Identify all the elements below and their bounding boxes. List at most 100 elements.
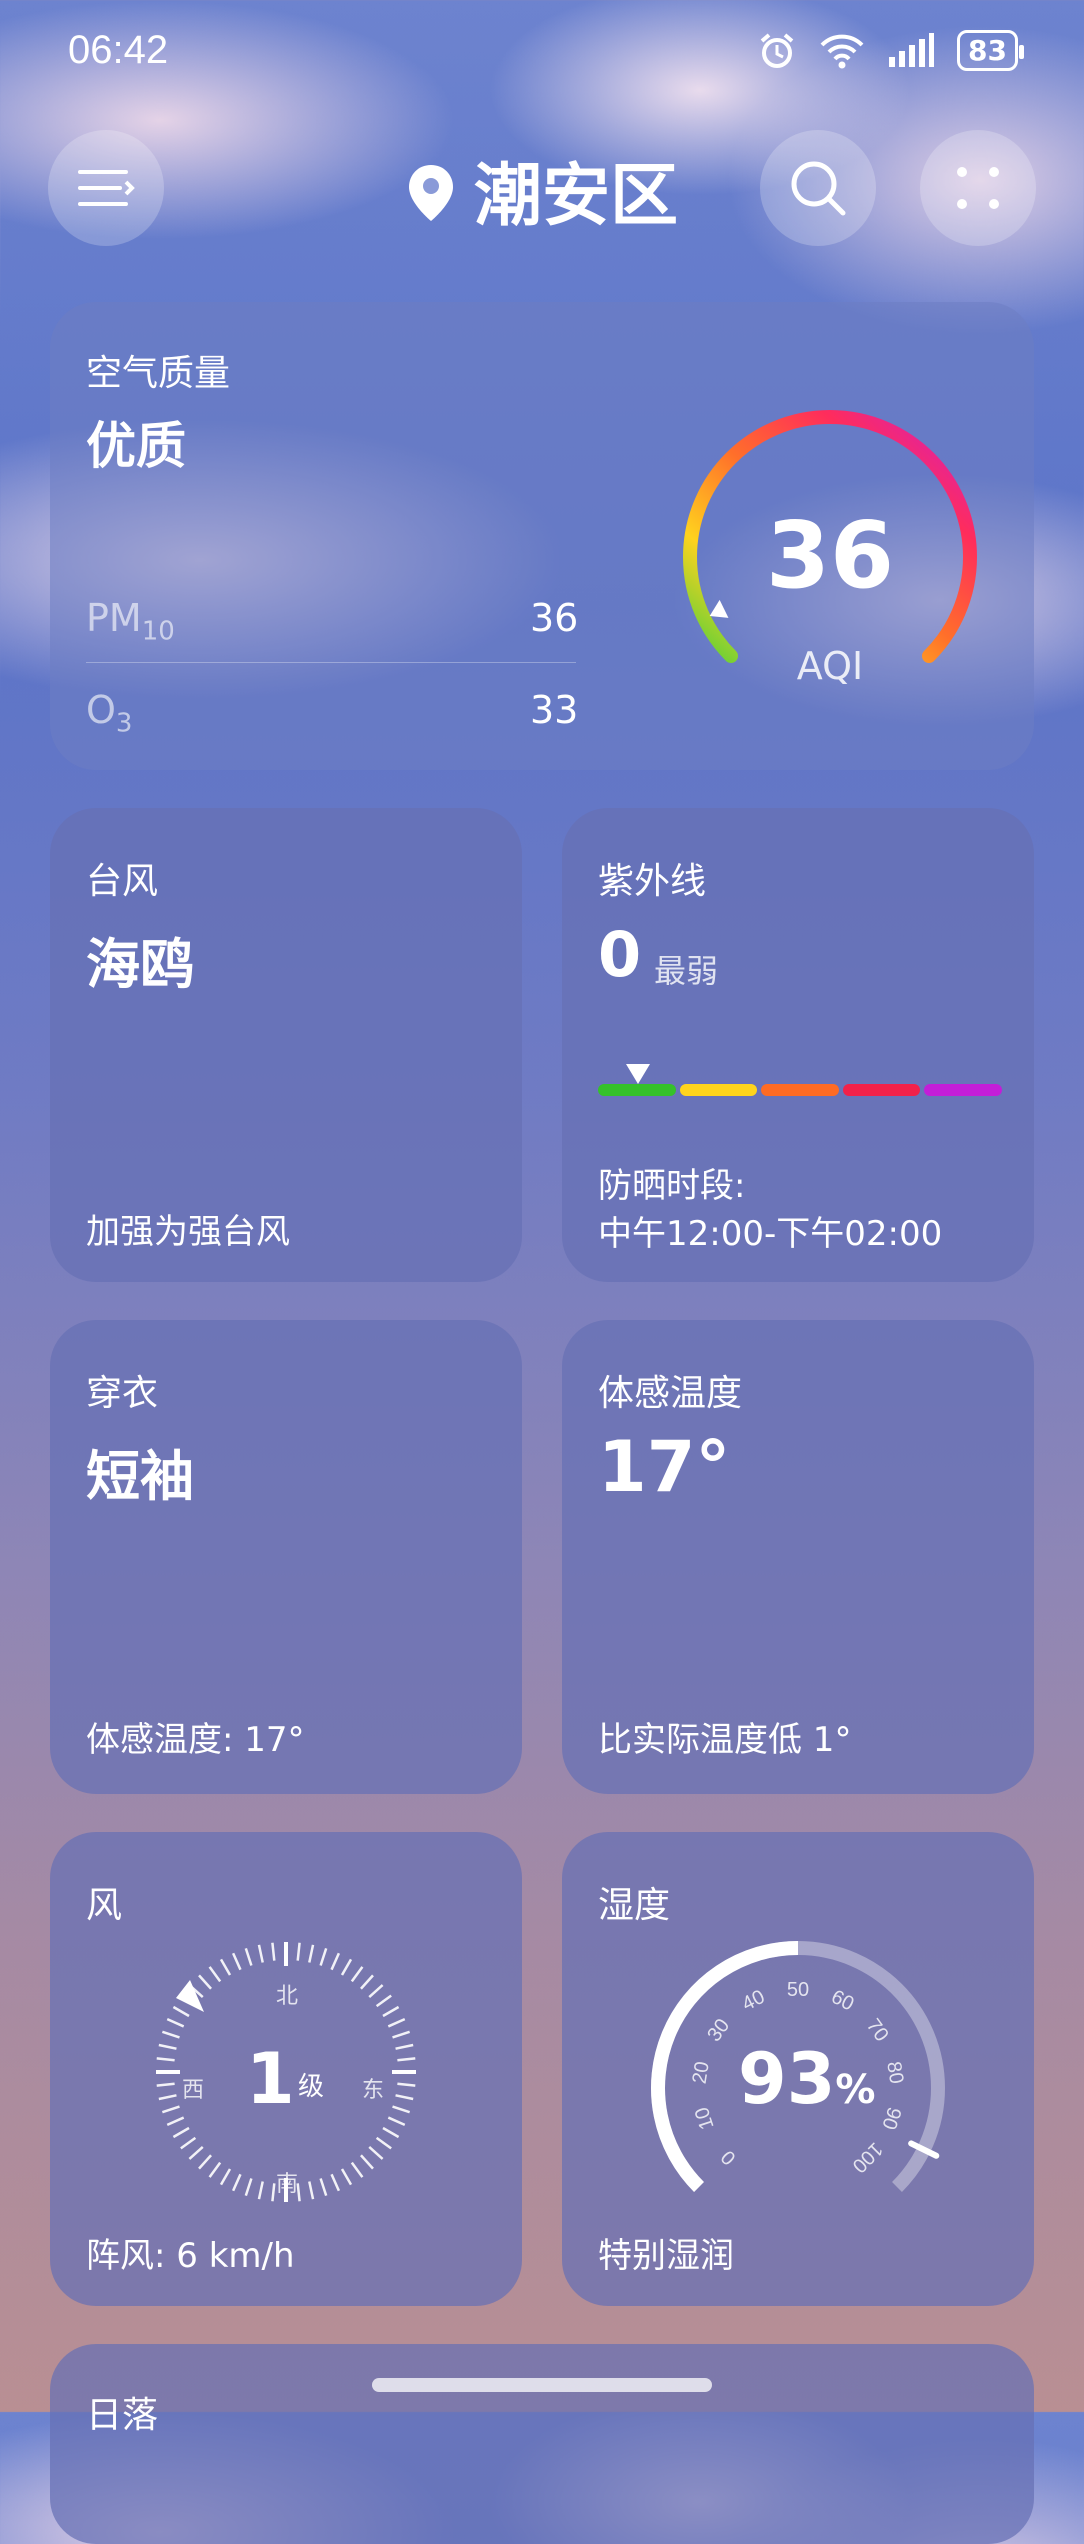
compass-tick <box>368 1984 384 1998</box>
air-quality-card[interactable]: 空气质量 优质 PM10 36 O3 33 36 AQI <box>50 302 1034 770</box>
sunset-title: 日落 <box>86 2395 159 2436</box>
sunset-card[interactable]: 日落 <box>50 2344 1034 2544</box>
humidity-value: 93% <box>738 2038 876 2120</box>
typhoon-card[interactable]: 台风 海鸥 加强为强台风 <box>50 808 522 1282</box>
compass-tick <box>319 2178 328 2197</box>
uv-title: 紫外线 <box>598 861 707 902</box>
feels-like-title: 体感温度 <box>598 1373 743 1414</box>
compass-tick <box>271 1942 276 1961</box>
compass-tick <box>271 2183 276 2202</box>
compass-tick <box>382 2126 400 2139</box>
humidity-tick-label: 40 <box>739 1986 769 2016</box>
compass-tick <box>387 2116 406 2127</box>
compass-tick <box>231 1952 242 1971</box>
uv-protect-label: 防晒时段: <box>598 1166 746 1206</box>
compass-tick <box>156 2057 175 2062</box>
compass-tick <box>395 2094 414 2101</box>
compass-east: 东 <box>362 2078 385 2103</box>
compass-tick <box>161 2105 180 2114</box>
compass-tick <box>257 2181 264 2200</box>
o3-label: O3 <box>86 688 133 739</box>
compass-tick <box>219 1958 232 1976</box>
uv-value: 0 <box>598 918 642 991</box>
feels-like-card[interactable]: 体感温度 17° 比实际温度低 1° <box>562 1320 1034 1794</box>
compass-tick <box>156 2082 175 2087</box>
compass-tick <box>208 2161 222 2178</box>
compass-tick <box>350 1966 364 1983</box>
humidity-desc: 特别湿润 <box>598 2236 734 2276</box>
wind-card[interactable]: 风 北 南 东 西 1 级 阵风: 6 km/h <box>50 1832 522 2306</box>
location-name: 潮安区 <box>473 157 678 236</box>
signal-icon <box>889 32 935 67</box>
compass-tick <box>208 1966 222 1983</box>
search-icon <box>791 161 846 216</box>
compass-tick <box>172 2126 190 2139</box>
air-quality-level: 优质 <box>86 417 186 475</box>
wind-level: 1 <box>246 2038 295 2120</box>
uv-scale-bar <box>598 1084 1002 1096</box>
compass-tick <box>161 2030 180 2039</box>
humidity-tick-label: 90 <box>877 2104 905 2132</box>
feels-like-desc: 比实际温度低 1° <box>598 1720 852 1760</box>
wind-gust: 阵风: 6 km/h <box>86 2236 295 2276</box>
search-button[interactable] <box>760 130 876 246</box>
compass-tick <box>296 1942 301 1961</box>
compass-tick <box>180 2136 197 2150</box>
uv-scale-segment <box>924 1084 1002 1096</box>
uv-level: 最弱 <box>654 952 719 990</box>
clothing-value: 短袖 <box>86 1445 194 1508</box>
location-pin-icon <box>406 161 456 240</box>
uv-scale-segment <box>842 1084 921 1096</box>
uv-card[interactable]: 紫外线 0 最弱 防晒时段: 中午12:00-下午02:00 <box>562 808 1034 1282</box>
clothing-desc: 体感温度: 17° <box>86 1720 305 1760</box>
compass-tick <box>392 2030 411 2039</box>
compass-tick <box>397 2082 416 2087</box>
compass-north: 北 <box>276 1984 299 2009</box>
humidity-tick-label: 30 <box>703 2015 734 2046</box>
compass-tick <box>350 2161 364 2178</box>
compass-tick <box>172 2005 190 2018</box>
grid-dots-icon <box>957 167 999 209</box>
humidity-tick-label: 100 <box>848 2138 887 2177</box>
battery-indicator: 83 <box>957 30 1024 71</box>
uv-scale-segment <box>679 1084 758 1096</box>
compass-tick <box>395 2043 414 2050</box>
wind-title: 风 <box>86 1885 123 1926</box>
pm10-value: 36 <box>530 596 579 640</box>
compass-tick <box>231 2173 242 2192</box>
compass-tick <box>392 2105 411 2114</box>
compass-tick <box>340 1958 353 1976</box>
humidity-tick-label: 20 <box>689 2060 714 2085</box>
humidity-tick-label: 0 <box>717 2146 740 2169</box>
clothing-card[interactable]: 穿衣 短袖 体感温度: 17° <box>50 1320 522 1794</box>
humidity-tick-label: 10 <box>691 2104 719 2132</box>
compass-tick <box>375 2136 392 2150</box>
wind-level-unit: 级 <box>298 2072 325 2102</box>
compass-tick <box>198 1974 212 1990</box>
compass-tick <box>308 2181 315 2200</box>
compass-tick <box>166 2017 185 2028</box>
o3-value: 33 <box>530 688 579 732</box>
compass-tick <box>330 2173 341 2192</box>
pm10-label: PM10 <box>86 596 175 647</box>
typhoon-name: 海鸥 <box>86 933 194 996</box>
compass-tick <box>340 2168 353 2186</box>
compass-west: 西 <box>182 2078 205 2103</box>
alarm-icon <box>760 32 794 68</box>
compass-tick <box>387 2017 406 2028</box>
aqi-value: 36 <box>765 502 895 609</box>
clothing-title: 穿衣 <box>86 1373 159 1414</box>
compass-tick <box>219 2168 232 2186</box>
air-quality-title: 空气质量 <box>86 353 231 394</box>
wifi-icon <box>820 34 864 68</box>
compass-tick <box>257 1944 264 1963</box>
humidity-card[interactable]: 湿度 0 10 20 30 40 50 60 70 80 90 100 93% 特别湿润 <box>562 1832 1034 2306</box>
status-time: 06:42 <box>68 28 169 72</box>
compass-tick <box>308 1944 315 1963</box>
humidity-tick-label: 80 <box>882 2060 907 2085</box>
compass-tick <box>397 2057 416 2062</box>
more-button[interactable] <box>920 130 1036 246</box>
home-indicator[interactable] <box>372 2378 712 2392</box>
compass-tick <box>158 2043 177 2050</box>
humidity-tick-label: 50 <box>787 1979 809 2001</box>
